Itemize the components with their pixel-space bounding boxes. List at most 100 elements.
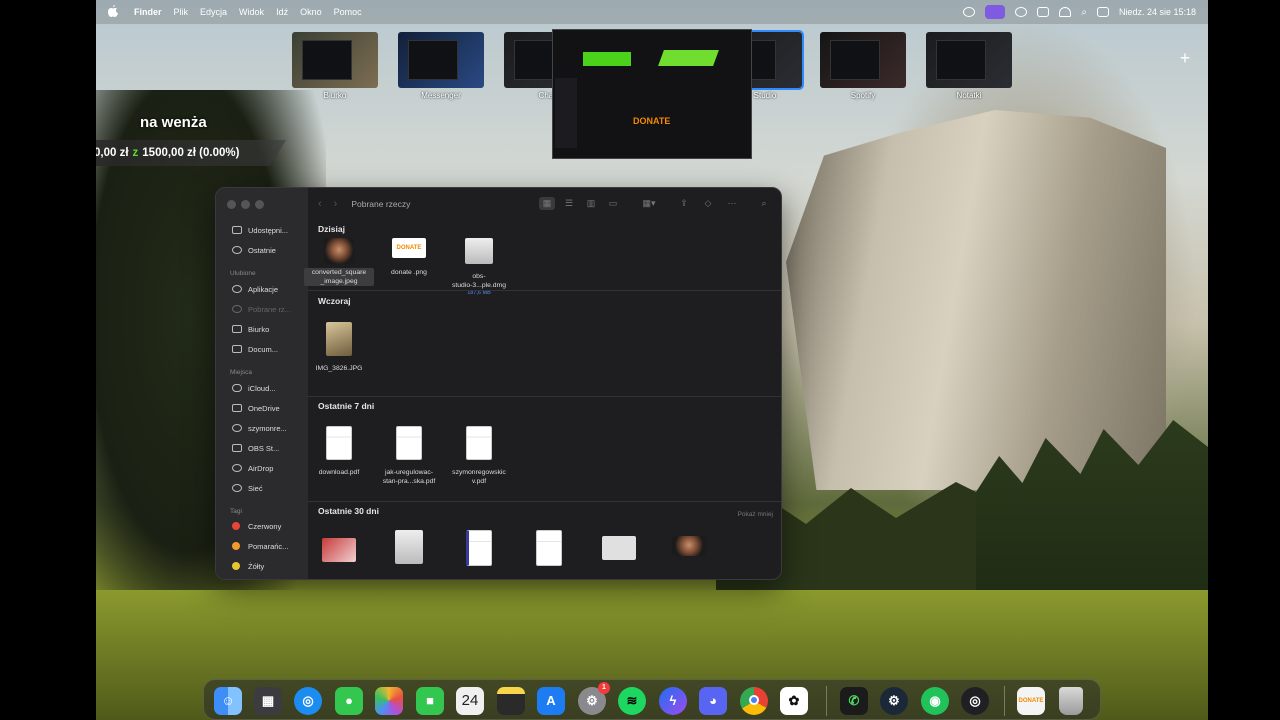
pdf-thumbnail: [396, 426, 422, 460]
sidebar-item-shared[interactable]: Udostępni...: [232, 223, 306, 237]
chatgpt-icon[interactable]: ✿: [780, 687, 808, 715]
sidebar-tag-orange[interactable]: Pomarańc...: [232, 539, 306, 553]
wifi-icon[interactable]: [1059, 7, 1072, 17]
discord-icon[interactable]: ◕: [699, 687, 727, 715]
sidebar-tag-red[interactable]: Czerwony: [232, 519, 306, 533]
clock-icon: [232, 246, 242, 254]
forward-icon[interactable]: ›: [334, 198, 338, 210]
menu-okno[interactable]: Okno: [300, 7, 322, 17]
folder-icon: [232, 404, 242, 412]
shared-folder-icon: [232, 226, 242, 234]
view-icons-icon[interactable]: ▦: [539, 197, 555, 210]
battery-icon[interactable]: [1037, 7, 1050, 17]
file-recent-3[interactable]: [444, 530, 514, 566]
finder-window[interactable]: Udostępni... Ostatnie Ulubione Aplikacje…: [215, 187, 782, 580]
minimize-button[interactable]: [241, 200, 250, 209]
view-list-icon[interactable]: ☰: [561, 197, 577, 210]
search-icon[interactable]: ⌕: [1081, 7, 1087, 18]
sidebar-item-applications[interactable]: Aplikacje: [232, 282, 306, 296]
group-divider: [308, 290, 781, 291]
sidebar-item-documents[interactable]: Docum...: [232, 342, 306, 356]
spotify-icon[interactable]: ≋: [618, 687, 646, 715]
safari-icon[interactable]: ◎: [294, 687, 322, 715]
sidebar-item-obs-studio[interactable]: OBS St...: [232, 441, 306, 455]
sidebar-item-recents[interactable]: Ostatnie: [232, 243, 306, 257]
menu-pomoc[interactable]: Pomoc: [334, 7, 362, 17]
menu-app-finder[interactable]: Finder: [134, 7, 162, 17]
steam-icon[interactable]: ⚙: [880, 687, 908, 715]
space-thumbnail-biurko[interactable]: [292, 32, 378, 88]
file-converted-square-image[interactable]: converted_square _image.jpeg: [304, 238, 374, 286]
control-center-icon[interactable]: [1096, 7, 1109, 17]
settings-icon[interactable]: ⚙ 1: [578, 682, 610, 715]
space-thumbnail-messenger[interactable]: [398, 32, 484, 88]
apple-menu-icon[interactable]: [108, 4, 122, 20]
photos-icon[interactable]: [375, 687, 403, 715]
sidebar-item-airdrop[interactable]: AirDrop: [232, 461, 306, 475]
more-icon[interactable]: ⋯: [724, 197, 740, 210]
donate-thumbnail: DONATE: [392, 238, 426, 258]
sidebar-item-onedrive[interactable]: OneDrive: [232, 401, 306, 415]
space-thumbnail-spotify[interactable]: [820, 32, 906, 88]
dragged-window-preview[interactable]: DONATE: [552, 29, 752, 159]
screen-record-icon[interactable]: [1015, 7, 1028, 17]
search-icon[interactable]: ⌕: [756, 197, 772, 210]
chrome-icon[interactable]: [740, 687, 768, 715]
file-recent-1[interactable]: [304, 532, 374, 562]
messenger-icon[interactable]: ϟ: [659, 687, 687, 715]
sidebar-item-user-drive[interactable]: szymonre...: [232, 421, 306, 435]
messages-icon[interactable]: ●: [335, 687, 363, 715]
sidebar-tag-yellow[interactable]: Żółty: [232, 559, 306, 573]
disk-image-thumbnail: [395, 530, 423, 564]
menu-widok[interactable]: Widok: [239, 7, 264, 17]
view-columns-icon[interactable]: ▥: [583, 197, 599, 210]
file-recent-6[interactable]: [654, 536, 724, 556]
menu-extras: ⌕ Niedz. 24 sie 15:18: [963, 0, 1196, 24]
network-icon: [232, 484, 242, 492]
trash-icon[interactable]: [1059, 687, 1083, 715]
file-jak-uregulowac-pdf[interactable]: jak-uregulowac-stan-pra...ska.pdf: [374, 426, 444, 486]
file-szymonregowski-cv-pdf[interactable]: szymonregowskic v.pdf: [444, 426, 514, 486]
file-recent-2[interactable]: [374, 530, 444, 564]
creative-cloud-icon[interactable]: [963, 7, 976, 17]
file-obs-dmg[interactable]: obs-studio-3...ple.dmg 187,6 MB: [444, 238, 514, 296]
add-space-button[interactable]: +: [1177, 49, 1193, 67]
app-store-icon[interactable]: A: [537, 687, 565, 715]
finder-icon[interactable]: ☺: [214, 687, 242, 715]
obs-icon[interactable]: ◎: [961, 687, 989, 715]
group-by-icon[interactable]: ▦▾: [638, 197, 660, 210]
space-label-biurko: Biurko: [323, 91, 347, 100]
stage-manager-icon[interactable]: [985, 5, 1006, 19]
sidebar-item-network[interactable]: Sieć: [232, 481, 306, 495]
file-donate-png[interactable]: DONATE donate .png: [374, 238, 444, 277]
sidebar-item-downloads[interactable]: Pobrane rz...: [232, 302, 306, 316]
view-gallery-icon[interactable]: ▭: [605, 197, 621, 210]
space-label-spotify: Spotify: [850, 91, 876, 100]
calendar-icon[interactable]: 24: [456, 687, 484, 715]
sidebar-item-icloud[interactable]: iCloud...: [232, 381, 306, 395]
file-download-pdf[interactable]: download.pdf: [304, 426, 374, 477]
share-icon[interactable]: ⇪: [676, 197, 692, 210]
sidebar-item-desktop[interactable]: Biurko: [232, 322, 306, 336]
notes-icon[interactable]: [497, 687, 525, 715]
menu-plik[interactable]: Plik: [174, 7, 189, 17]
donation-goal-bar: 0,00 zł z 1500,00 zł (0.00%): [96, 140, 286, 166]
launchpad-icon[interactable]: ▦: [254, 687, 282, 715]
back-icon[interactable]: ‹: [318, 198, 322, 210]
tag-icon[interactable]: ◇: [700, 197, 716, 210]
file-img-3826[interactable]: IMG_3826.JPG: [304, 322, 374, 373]
menu-edycja[interactable]: Edycja: [200, 7, 227, 17]
show-less-link[interactable]: Pokaż mniej: [738, 511, 773, 518]
space-thumbnail-notatki[interactable]: [926, 32, 1012, 88]
close-button[interactable]: [227, 200, 236, 209]
phone-icon[interactable]: ✆: [840, 687, 868, 715]
file-recent-4[interactable]: [514, 530, 584, 566]
menu-idz[interactable]: Idź: [276, 7, 288, 17]
menubar-datetime[interactable]: Niedz. 24 sie 15:18: [1119, 7, 1196, 17]
zoom-button[interactable]: [255, 200, 264, 209]
green-app-icon[interactable]: ◉: [921, 687, 949, 715]
preview-donate-label: DONATE: [633, 116, 671, 126]
file-recent-5[interactable]: [584, 536, 654, 560]
donate-preview-icon[interactable]: DONATE: [1017, 687, 1045, 715]
facetime-icon[interactable]: ■: [416, 687, 444, 715]
